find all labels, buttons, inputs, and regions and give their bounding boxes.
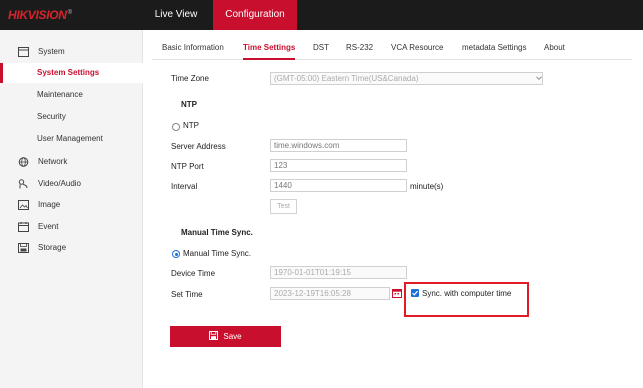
event-icon <box>18 222 29 232</box>
sidebar-item-label: User Management <box>37 134 103 143</box>
nav-live-view[interactable]: Live View <box>142 0 210 30</box>
sidebar-item-maintenance[interactable]: Maintenance <box>0 85 143 105</box>
top-bar: HIKVISION® Live View Configuration <box>0 0 643 30</box>
sidebar-item-event[interactable]: Event <box>0 217 143 237</box>
sidebar-item-image[interactable]: Image <box>0 195 143 215</box>
ntp-port-label: NTP Port <box>171 162 204 171</box>
device-time-label: Device Time <box>171 269 216 278</box>
nav-configuration[interactable]: Configuration <box>213 0 297 30</box>
network-icon <box>18 157 29 167</box>
sidebar-item-label: Event <box>38 222 59 231</box>
sidebar-item-label: Security <box>37 112 66 121</box>
video-audio-icon <box>18 179 29 189</box>
interval-label: Interval <box>171 182 198 191</box>
manual-sync-radio[interactable] <box>172 250 180 258</box>
interval-unit: minute(s) <box>410 182 444 191</box>
tab-rs-232[interactable]: RS-232 <box>346 38 373 60</box>
sidebar-item-label: Network <box>38 157 68 166</box>
brand-logo: HIKVISION® <box>8 8 72 22</box>
server-address-input[interactable]: time.windows.com <box>270 139 407 152</box>
set-time-input[interactable]: 2023-12-19T16:05:28 <box>270 287 390 300</box>
settings-tabs: Basic Information Time Settings DST RS-2… <box>152 38 632 60</box>
sidebar-item-video-audio[interactable]: Video/Audio <box>0 174 143 194</box>
ntp-port-input[interactable]: 123 <box>270 159 407 172</box>
sidebar-item-network[interactable]: Network <box>0 152 143 172</box>
ntp-section-title: NTP <box>181 100 197 109</box>
save-button[interactable]: Save <box>170 326 281 347</box>
sidebar-item-label: Video/Audio <box>38 179 81 188</box>
sidebar-item-label: Storage <box>38 243 67 252</box>
interval-input[interactable]: 1440 <box>270 179 407 192</box>
tab-basic-information[interactable]: Basic Information <box>162 38 224 60</box>
tab-vca-resource[interactable]: VCA Resource <box>391 38 443 60</box>
sidebar-item-system-settings[interactable]: System Settings <box>0 63 143 83</box>
calendar-icon[interactable] <box>392 288 402 298</box>
sidebar-item-storage[interactable]: Storage <box>0 238 143 258</box>
sidebar-item-label: System Settings <box>37 68 100 77</box>
manual-sync-section-title: Manual Time Sync. <box>181 228 253 237</box>
ntp-radio[interactable] <box>172 123 180 131</box>
image-icon <box>18 200 29 210</box>
tab-metadata-settings[interactable]: metadata Settings <box>462 38 526 60</box>
manual-sync-radio-label: Manual Time Sync. <box>183 249 252 258</box>
tab-about[interactable]: About <box>544 38 565 60</box>
save-icon <box>209 331 219 340</box>
sidebar-item-system[interactable]: System <box>0 42 143 62</box>
ntp-radio-label: NTP <box>183 121 199 130</box>
set-time-label: Set Time <box>171 290 203 299</box>
sidebar-item-user-management[interactable]: User Management <box>0 129 143 149</box>
highlight-box <box>404 282 529 317</box>
tab-dst[interactable]: DST <box>313 38 329 60</box>
server-address-label: Server Address <box>171 142 226 151</box>
sidebar-item-label: Image <box>38 200 61 209</box>
sidebar-item-label: System <box>38 47 65 56</box>
time-zone-label: Time Zone <box>171 74 209 83</box>
test-button[interactable]: Test <box>270 199 297 214</box>
storage-icon <box>18 243 29 253</box>
time-zone-select[interactable]: (GMT-05:00) Eastern Time(US&Canada) <box>270 72 543 85</box>
system-icon <box>18 47 29 57</box>
sidebar-item-security[interactable]: Security <box>0 107 143 127</box>
device-time-field: 1970-01-01T01:19:15 <box>270 266 407 279</box>
sidebar: System System Settings Maintenance Secur… <box>0 30 143 388</box>
tab-time-settings[interactable]: Time Settings <box>243 38 296 60</box>
chevron-down-icon <box>535 74 543 82</box>
sidebar-item-label: Maintenance <box>37 90 83 99</box>
save-button-label: Save <box>223 332 242 341</box>
